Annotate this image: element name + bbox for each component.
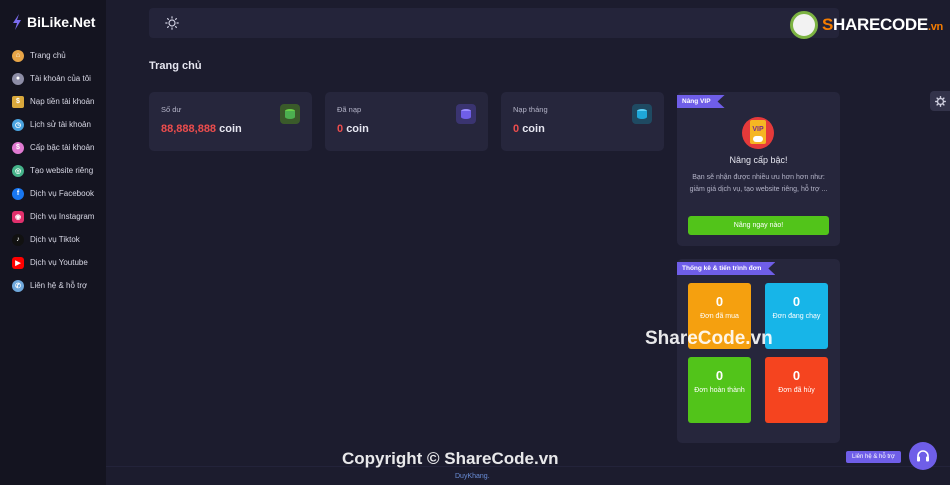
sidebar-item-home[interactable]: ⌂ Trang chủ: [12, 44, 106, 67]
brand-logo-icon: [13, 14, 21, 30]
tile-completed[interactable]: 0 Đơn hoàn thành: [688, 357, 751, 423]
sidebar-item-label: Dịch vụ Facebook: [30, 189, 95, 198]
tile-count: 0: [792, 294, 801, 309]
sidebar-item-label: Lịch sử tài khoản: [30, 120, 91, 129]
sun-icon[interactable]: [165, 16, 179, 30]
sidebar-item-label: Tạo website riêng: [30, 166, 94, 175]
sidebar-item-label: Cấp bậc tài khoản: [30, 143, 95, 152]
vip-ribbon: Nâng VIP: [677, 95, 725, 108]
sidebar-item-history[interactable]: ◷ Lịch sử tài khoản: [12, 113, 106, 136]
vip-title: Nâng cấp bậc!: [729, 155, 788, 165]
instagram-icon: ◉: [12, 210, 24, 223]
tile-cancelled[interactable]: 0 Đơn đã hủy: [765, 357, 828, 423]
stat-card-monthly: Nạp tháng 0 coin: [501, 92, 664, 151]
youtube-icon: ▶: [12, 256, 24, 269]
orders-ribbon: Thống kê & tiến trình đơn: [677, 262, 775, 275]
stat-card-deposited: Đã nạp 0 coin: [325, 92, 488, 151]
coins-icon: [280, 104, 300, 124]
sidebar-item-label: Liên hệ & hỗ trợ: [30, 281, 88, 290]
tiktok-icon: ♪: [12, 233, 24, 246]
history-icon: ◷: [12, 118, 24, 131]
sidebar-nav: ⌂ Trang chủ ● Tài khoản của tôi $ Nạp ti…: [12, 44, 106, 297]
globe-icon: ◎: [12, 164, 24, 177]
sidebar: BiLike.Net ⌂ Trang chủ ● Tài khoản của t…: [0, 0, 106, 485]
vip-panel: Nâng VIP VIP Nâng cấp bậc! Bạn sẽ nhận đ…: [677, 92, 840, 246]
sidebar-item-deposit[interactable]: $ Nạp tiền tài khoản: [12, 90, 106, 113]
facebook-icon: f: [12, 187, 24, 200]
money-icon: $: [12, 95, 24, 108]
vip-description: Bạn sẽ nhận được nhiều ưu hơn hơn như: g…: [689, 174, 828, 193]
sidebar-item-youtube[interactable]: ▶ Dịch vụ Youtube: [12, 251, 106, 274]
headset-icon: [917, 450, 929, 462]
stat-label: Nạp tháng: [513, 105, 548, 114]
sidebar-item-facebook[interactable]: f Dịch vụ Facebook: [12, 182, 106, 205]
tile-count: 0: [792, 368, 801, 383]
user-icon: ●: [12, 72, 24, 85]
topbar: [149, 8, 839, 38]
help-button[interactable]: [909, 442, 937, 470]
stat-card-balance: Số dư 88,888,888 coin: [149, 92, 312, 151]
tile-count: 0: [715, 368, 724, 383]
sidebar-item-label: Dịch vụ Instagram: [30, 212, 95, 221]
coins-icon: [632, 104, 652, 124]
sidebar-item-account[interactable]: ● Tài khoản của tôi: [12, 67, 106, 90]
sidebar-item-rank[interactable]: $ Cấp bậc tài khoản: [12, 136, 106, 159]
coins-icon: [456, 104, 476, 124]
sidebar-item-label: Trang chủ: [30, 51, 66, 60]
sidebar-item-label: Tài khoản của tôi: [30, 74, 91, 83]
brand[interactable]: BiLike.Net: [12, 14, 95, 30]
sidebar-item-instagram[interactable]: ◉ Dịch vụ Instagram: [12, 205, 106, 228]
help-label[interactable]: Liên hệ & hỗ trợ: [846, 451, 901, 463]
tile-label: Đơn đã mua: [700, 313, 739, 320]
stat-label: Số dư: [161, 105, 182, 114]
vip-badge-icon: VIP: [742, 117, 774, 149]
sidebar-item-support[interactable]: ✆ Liên hệ & hỗ trợ: [12, 274, 106, 297]
sidebar-item-website[interactable]: ◎ Tạo website riêng: [12, 159, 106, 182]
watermark-center: ShareCode.vn: [645, 328, 773, 349]
watermark-copyright: Copyright © ShareCode.vn: [342, 449, 559, 468]
svg-text:VIP: VIP: [752, 126, 764, 133]
rank-icon: $: [12, 141, 24, 154]
sidebar-item-label: Dịch vụ Youtube: [30, 258, 88, 267]
orders-panel: Thống kê & tiến trình đơn 0 Đơn đã mua 0…: [677, 259, 840, 443]
settings-toggle[interactable]: [930, 91, 950, 111]
tile-running[interactable]: 0 Đơn đang chạy: [765, 283, 828, 349]
support-icon: ✆: [12, 279, 24, 292]
upgrade-button[interactable]: Nâng ngay nào!: [688, 216, 829, 235]
stat-label: Đã nạp: [337, 105, 362, 114]
sharecode-logo-text: SHARECODE.vn: [822, 15, 943, 34]
sidebar-item-label: Nạp tiền tài khoản: [30, 97, 95, 106]
sharecode-logo-icon: [790, 11, 818, 39]
home-icon: ⌂: [12, 49, 24, 62]
sharecode-logo: SHARECODE.vn: [790, 8, 950, 42]
stat-value: 0 coin: [513, 123, 545, 135]
tile-count: 0: [715, 294, 724, 309]
footer-credit-link[interactable]: DuyKhang.: [455, 473, 490, 480]
sidebar-item-tiktok[interactable]: ♪ Dịch vụ Tiktok: [12, 228, 106, 251]
sidebar-item-label: Dịch vụ Tiktok: [30, 235, 80, 244]
gear-icon: [934, 95, 946, 107]
stat-value: 88,888,888 coin: [161, 123, 242, 135]
tile-label: Đơn đã hủy: [778, 387, 815, 394]
page-title: Trang chủ: [149, 60, 202, 72]
tile-label: Đơn hoàn thành: [694, 387, 745, 394]
brand-name: BiLike.Net: [27, 14, 96, 30]
stat-value: 0 coin: [337, 123, 369, 135]
tile-label: Đơn đang chạy: [772, 313, 821, 320]
